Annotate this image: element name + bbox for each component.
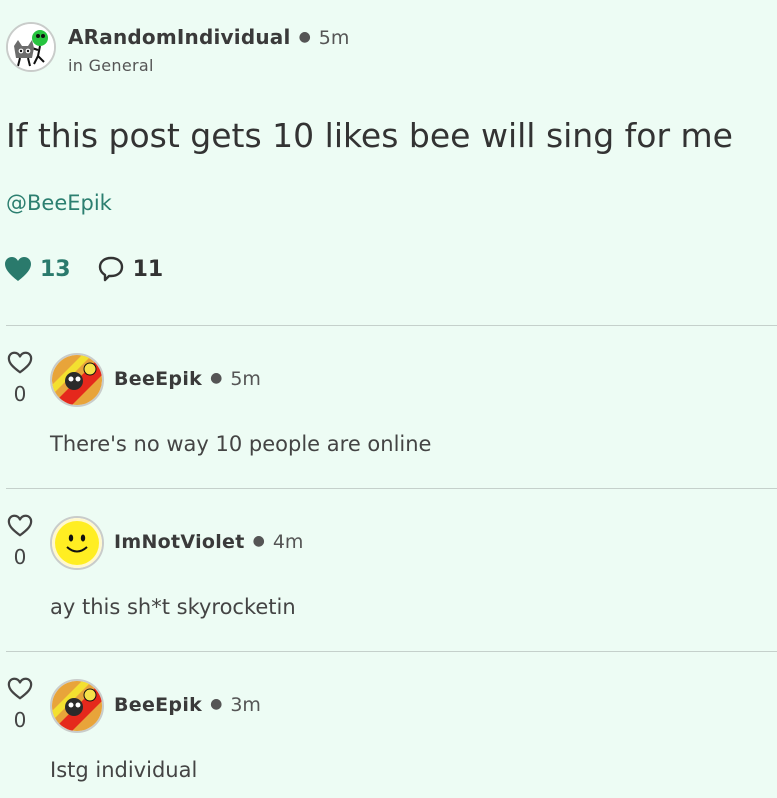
comment-like-count: 0 bbox=[13, 708, 27, 732]
avatar[interactable] bbox=[6, 22, 56, 72]
post-like-button[interactable]: 13 bbox=[4, 256, 71, 282]
comment-like-button[interactable]: 0 bbox=[6, 676, 34, 732]
post-comment-button[interactable]: 11 bbox=[97, 255, 164, 283]
avatar[interactable] bbox=[50, 353, 104, 407]
separator-dot: ● bbox=[210, 370, 223, 386]
post-author[interactable]: ARandomIndividual bbox=[68, 26, 291, 48]
avatar[interactable] bbox=[50, 679, 104, 733]
comment-text: There's no way 10 people are online bbox=[50, 432, 432, 456]
post-page: ARandomIndividual ● 5m in General If thi… bbox=[0, 0, 777, 798]
smiley-avatar-icon bbox=[52, 518, 102, 568]
comment-time: 5m bbox=[230, 368, 261, 390]
comment-author[interactable]: ImNotViolet bbox=[114, 531, 245, 553]
comment-header: BeeEpik ● 3m bbox=[114, 694, 261, 716]
avatar[interactable] bbox=[50, 516, 104, 570]
heart-outline-icon bbox=[7, 351, 33, 374]
separator-dot: ● bbox=[298, 29, 311, 45]
comment-text: ay this sh*t skyrocketin bbox=[50, 595, 296, 619]
heart-filled-icon bbox=[5, 257, 31, 281]
post-header: ARandomIndividual ● 5m in General bbox=[6, 22, 349, 78]
comment-header: ImNotViolet ● 4m bbox=[114, 531, 303, 553]
comment-time: 3m bbox=[230, 694, 261, 716]
comment-author[interactable]: BeeEpik bbox=[114, 368, 202, 390]
comment-item: 0 ImNotViolet ● 4m ay this sh*t skyrocke… bbox=[0, 513, 777, 651]
post-title: If this post gets 10 likes bee will sing… bbox=[6, 116, 733, 155]
comment-like-count: 0 bbox=[13, 545, 27, 569]
comment-item: 0 BeeEpik ● 3m Istg individual bbox=[0, 676, 777, 798]
comment-author[interactable]: BeeEpik bbox=[114, 694, 202, 716]
cat-avatar-icon bbox=[8, 24, 54, 70]
post-comment-count: 11 bbox=[132, 256, 164, 282]
bee-avatar-icon bbox=[52, 355, 102, 405]
separator-dot: ● bbox=[210, 696, 223, 712]
comment-like-button[interactable]: 0 bbox=[6, 513, 34, 569]
heart-outline-icon bbox=[7, 677, 33, 700]
divider bbox=[6, 651, 777, 652]
post-meta: ARandomIndividual ● 5m in General bbox=[68, 26, 349, 75]
comment-text: Istg individual bbox=[50, 758, 198, 782]
comment-item: 0 BeeEpik ● 5m There's no way 10 people … bbox=[0, 350, 777, 488]
divider bbox=[6, 488, 777, 489]
separator-dot: ● bbox=[252, 533, 265, 549]
comment-like-button[interactable]: 0 bbox=[6, 350, 34, 406]
comment-header: BeeEpik ● 5m bbox=[114, 368, 261, 390]
bee-avatar-icon bbox=[52, 681, 102, 731]
comment-time: 4m bbox=[272, 531, 304, 553]
heart-outline-icon bbox=[7, 514, 33, 537]
post-location[interactable]: in General bbox=[68, 56, 349, 75]
post-stats: 13 11 bbox=[4, 254, 163, 284]
divider bbox=[6, 325, 777, 326]
speech-bubble-icon bbox=[98, 256, 123, 282]
comment-like-count: 0 bbox=[13, 382, 27, 406]
post-mention[interactable]: @BeeEpik bbox=[6, 191, 112, 215]
post-like-count: 13 bbox=[40, 256, 71, 282]
post-time: 5m bbox=[318, 27, 350, 49]
